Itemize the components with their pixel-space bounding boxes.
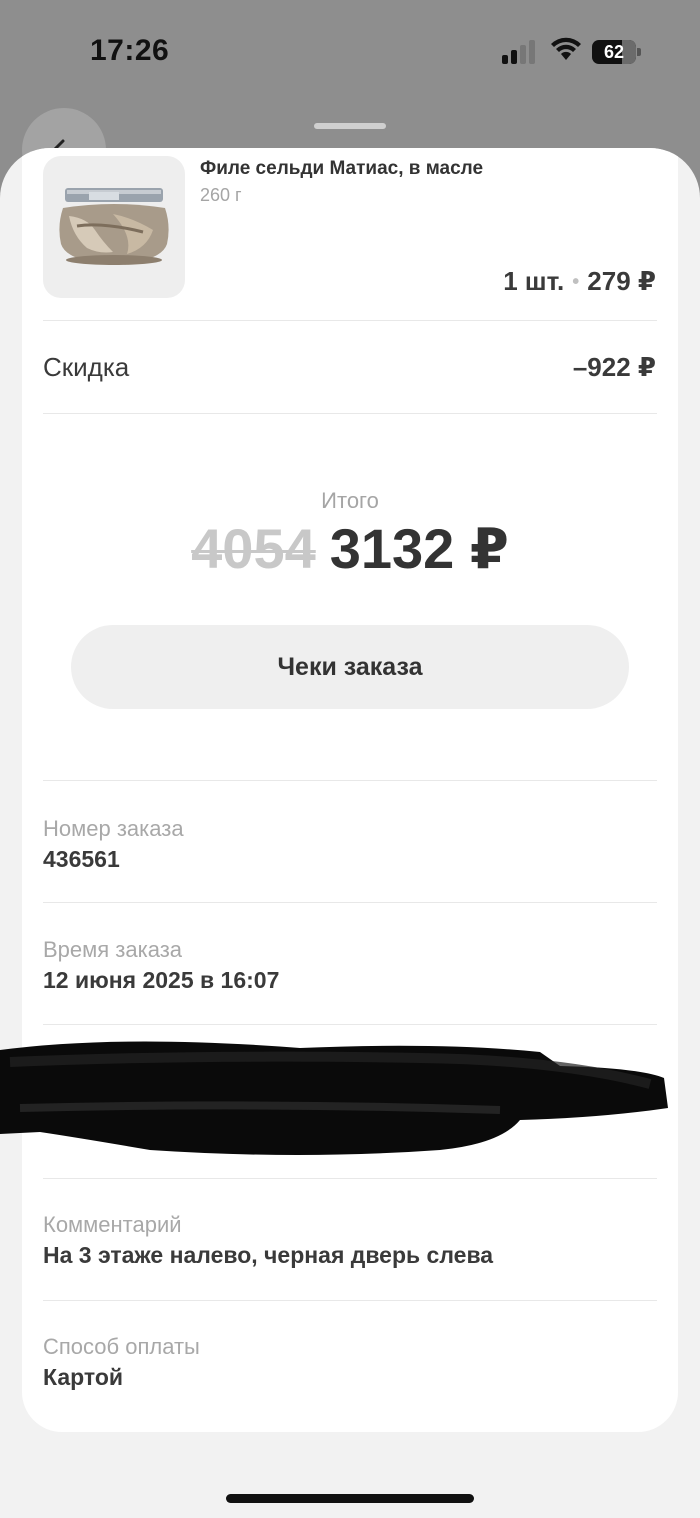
product-qty-price: 1 шт. • 279 ₽ <box>503 266 656 297</box>
product-price: 279 ₽ <box>587 266 656 296</box>
order-time-label: Время заказа <box>43 937 183 962</box>
payment-method-label: Способ оплаты <box>43 1334 200 1359</box>
order-number-label: Номер заказа <box>43 816 184 841</box>
status-bar: 17:26 62 <box>0 0 700 100</box>
new-total: 3132 ₽ <box>329 517 509 580</box>
comment-value: На 3 этаже налево, черная дверь слева <box>43 1242 494 1268</box>
total-label: Итого <box>321 488 379 513</box>
divider <box>43 320 657 321</box>
wifi-icon <box>550 36 582 64</box>
comment-label: Комментарий <box>43 1212 182 1237</box>
divider <box>43 1300 657 1301</box>
order-card: Филе сельди Матиас, в масле 260 г 1 шт. •… <box>0 148 678 1432</box>
discount-label: Скидка <box>43 352 130 382</box>
order-receipts-button[interactable]: Чеки заказа <box>71 625 629 709</box>
product-weight: 260 г <box>200 185 242 205</box>
product-quantity: 1 шт. <box>503 266 565 296</box>
herring-jar-image <box>43 156 185 298</box>
order-number-value: 436561 <box>43 846 120 872</box>
divider <box>43 780 657 781</box>
divider <box>43 902 657 903</box>
redacted-address <box>0 1038 700 1168</box>
cellular-signal-icon <box>502 40 538 64</box>
separator-dot: • <box>572 271 580 293</box>
order-time-value: 12 июня 2025 в 16:07 <box>43 967 280 993</box>
sheet-grabber[interactable] <box>314 123 386 129</box>
divider <box>43 1024 657 1025</box>
home-indicator[interactable] <box>226 1494 474 1503</box>
product-name: Филе сельди Матиас, в масле <box>200 158 484 179</box>
order-details-sheet: Филе сельди Матиас, в масле 260 г 1 шт. •… <box>0 148 700 1518</box>
status-time: 17:26 <box>90 34 170 67</box>
old-total: 4054 <box>191 517 316 580</box>
battery-icon: 62 <box>592 40 642 64</box>
discount-value: –922 ₽ <box>572 352 656 382</box>
divider <box>43 1178 657 1179</box>
payment-method-value: Картой <box>43 1364 124 1390</box>
divider <box>43 413 657 414</box>
total-row: 4054 3132 ₽ <box>22 516 678 582</box>
battery-level: 62 <box>603 42 625 62</box>
